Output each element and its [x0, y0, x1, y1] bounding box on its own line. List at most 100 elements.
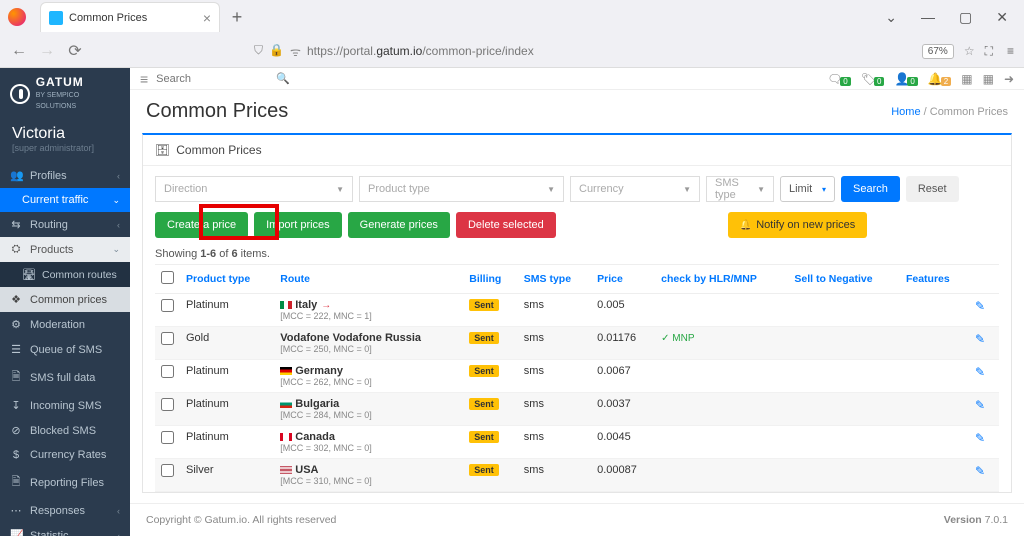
close-icon[interactable]: × [203, 10, 211, 26]
notification-icon-2[interactable]: 🏷0 [861, 72, 885, 86]
reset-button[interactable]: Reset [906, 176, 959, 202]
cell-product: Platinum [180, 426, 274, 459]
cell-sms: sms [518, 459, 591, 492]
cell-sms: sms [518, 294, 591, 327]
col-sms-type[interactable]: SMS type [518, 265, 591, 294]
edit-icon[interactable]: ✎ [975, 365, 985, 379]
row-checkbox[interactable] [161, 398, 174, 411]
billing-badge: Sent [469, 398, 499, 410]
col-product-type[interactable]: Product type [180, 265, 274, 294]
browser-chrome: Common Prices × + ⌄ — ▢ ✕ ← → ⟳ ⛉ 🔒 ᯤ ht… [0, 0, 1024, 68]
sms-type-select[interactable]: SMS type▼ [706, 176, 774, 202]
statistic-icon: 📈 [10, 529, 22, 536]
results-summary: Showing 1-6 of 6 items. [143, 248, 1011, 264]
database-icon: 🗄 [155, 143, 170, 157]
sidebar-item-statistic[interactable]: 📈 Statistic ‹ [0, 523, 130, 536]
notification-icon-3[interactable]: 👤0 [894, 72, 917, 86]
sidebar-item-moderation[interactable]: ⚙ Moderation [0, 312, 130, 337]
col-hlr[interactable]: check by HLR/MNP [655, 265, 788, 294]
sidebar-user: Victoria [super administrator] [0, 119, 130, 163]
row-checkbox[interactable] [161, 464, 174, 477]
search-input[interactable] [156, 73, 226, 85]
brand-logo: GATUM BY SEMPICO SOLUTIONS [0, 68, 130, 119]
profiles-icon: 👥 [10, 169, 22, 182]
select-all-checkbox[interactable] [155, 265, 180, 294]
generate-prices-button[interactable]: Generate prices [348, 212, 450, 238]
flag-icon[interactable]: ▦ [961, 72, 972, 86]
product-type-select[interactable]: Product type▼ [359, 176, 564, 202]
cell-product: Platinum [180, 360, 274, 393]
sidebar-item-sms-full-data[interactable]: 🗎 SMS full data [0, 362, 130, 393]
chevron-left-icon: ‹ [117, 531, 120, 536]
notify-button[interactable]: Notify on new prices [728, 212, 868, 238]
copyright: Copyright © Gatum.io. All rights reserve… [146, 514, 336, 526]
sidebar-item-incoming-sms[interactable]: ↧ Incoming SMS [0, 393, 130, 418]
chevron-down-icon[interactable]: ⌄ [885, 9, 897, 26]
address-bar[interactable]: ⛉ 🔒 ᯤ https://portal.gatum.io/common-pri… [94, 43, 912, 60]
row-checkbox[interactable] [161, 299, 174, 312]
edit-icon[interactable]: ✎ [975, 398, 985, 412]
import-prices-button[interactable]: Import prices [254, 212, 342, 238]
create-price-button[interactable]: Create a price [155, 212, 248, 238]
direction-select[interactable]: Direction▼ [155, 176, 353, 202]
menu-toggle-icon[interactable]: ≡ [140, 71, 148, 87]
browser-tab[interactable]: Common Prices × [40, 2, 220, 32]
col-route[interactable]: Route [274, 265, 463, 294]
notification-icon-4[interactable]: 🔔2 [928, 72, 951, 86]
currency-select[interactable]: Currency▼ [570, 176, 700, 202]
reload-button[interactable]: ⟳ [66, 41, 84, 61]
sidebar-item-routing[interactable]: ⇆ Routing ‹ [0, 212, 130, 237]
logout-icon[interactable]: ➜ [1004, 72, 1014, 86]
flag-icon [280, 301, 292, 309]
sidebar-item-profiles[interactable]: 👥 Profiles ‹ [0, 163, 130, 188]
bookmark-icon[interactable]: ☆ [964, 44, 975, 58]
cell-product: Platinum [180, 294, 274, 327]
minimize-icon[interactable]: — [921, 9, 935, 26]
delete-selected-button[interactable]: Delete selected [456, 212, 556, 238]
cell-route: Germany [MCC = 262, MNC = 0] [274, 360, 463, 393]
prices-icon: ❖ [10, 293, 22, 306]
col-price[interactable]: Price [591, 265, 655, 294]
edit-icon[interactable]: ✎ [975, 299, 985, 313]
sidebar-item-queue-sms[interactable]: ☰ Queue of SMS [0, 337, 130, 362]
col-features[interactable]: Features [900, 265, 969, 294]
notification-icon-1[interactable]: 🗨0 [827, 72, 851, 86]
sidebar-item-common-prices[interactable]: ❖ Common prices [0, 287, 130, 312]
pocket-icon[interactable]: ⛶ [985, 44, 993, 59]
back-button[interactable]: ← [10, 42, 28, 60]
maximize-icon[interactable]: ▢ [959, 9, 972, 26]
arrow-icon[interactable]: → [321, 300, 331, 311]
sidebar-item-blocked-sms[interactable]: ⊘ Blocked SMS [0, 418, 130, 443]
chevron-left-icon: ‹ [117, 506, 120, 516]
incoming-icon: ↧ [10, 399, 22, 412]
new-tab-button[interactable]: + [224, 4, 250, 30]
menu-icon[interactable]: ≡ [1007, 44, 1014, 58]
sidebar-item-currency-rates[interactable]: $ Currency Rates [0, 443, 130, 467]
sidebar-item-current-traffic[interactable]: Current traffic ⌄ [0, 188, 130, 212]
cell-price: 0.0045 [591, 426, 655, 459]
version-number: 7.0.1 [985, 514, 1008, 526]
sidebar-item-products[interactable]: ⛭ Products ⌄ [0, 237, 130, 262]
sidebar-item-responses[interactable]: ⋯ Responses ‹ [0, 498, 130, 523]
col-sell-negative[interactable]: Sell to Negative [788, 265, 900, 294]
zoom-badge[interactable]: 67% [922, 44, 954, 59]
edit-icon[interactable]: ✎ [975, 332, 985, 346]
routes-icon: 🛣 [22, 268, 34, 281]
row-checkbox[interactable] [161, 332, 174, 345]
card: 🗄 Common Prices Direction▼ Product type▼… [142, 133, 1012, 493]
edit-icon[interactable]: ✎ [975, 464, 985, 478]
currency-icon: $ [10, 449, 22, 461]
close-window-icon[interactable]: ✕ [996, 9, 1008, 26]
row-checkbox[interactable] [161, 365, 174, 378]
sidebar-item-reporting-files[interactable]: 🗎 Reporting Files [0, 467, 130, 498]
row-checkbox[interactable] [161, 431, 174, 444]
limit-select[interactable]: Limit▾ [780, 176, 835, 202]
breadcrumb-home[interactable]: Home [891, 106, 920, 118]
col-billing[interactable]: Billing [463, 265, 518, 294]
search-icon[interactable]: 🔍 [276, 72, 290, 85]
sidebar-item-common-routes[interactable]: 🛣 Common routes [0, 262, 130, 287]
search-button[interactable]: Search [841, 176, 900, 202]
chevron-down-icon: ⌄ [112, 195, 120, 206]
edit-icon[interactable]: ✎ [975, 431, 985, 445]
grid-icon[interactable]: ▦ [983, 72, 994, 86]
